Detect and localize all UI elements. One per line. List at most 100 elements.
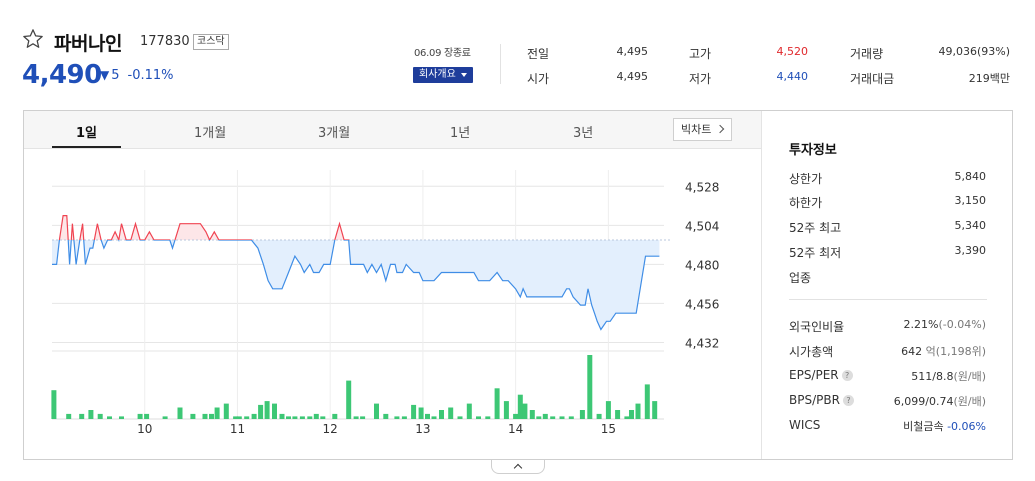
- foreign-ratio-number: 2.21%: [903, 318, 939, 331]
- volume-bar: [529, 410, 535, 419]
- volume-bar: [97, 413, 103, 419]
- volume-bar: [223, 403, 229, 419]
- volume-bar: [107, 416, 112, 419]
- stock-code: 177830: [140, 34, 190, 49]
- volume-bar: [374, 403, 379, 419]
- x-tick-label: 11: [230, 422, 245, 436]
- price-change: ▼ 5 -0.11%: [100, 68, 174, 83]
- volume-bar: [209, 413, 214, 419]
- market-close-date: 06.09 장종료: [414, 48, 471, 59]
- eps-per-text: EPS/PER: [789, 368, 839, 382]
- bps-pbr-number: 6,099/0.74: [893, 395, 954, 408]
- volume-bar: [66, 413, 72, 419]
- volume-bar: [307, 416, 313, 419]
- volume-bar: [517, 394, 523, 419]
- eps-per-number: 511/8.8: [911, 370, 954, 383]
- side-divider: [789, 299, 987, 300]
- volume-bar: [137, 413, 143, 419]
- investment-info-title: 투자정보: [789, 143, 837, 158]
- low52-value: 3,390: [954, 244, 987, 257]
- help-icon[interactable]: ?: [842, 395, 854, 406]
- volume-label: 거래량: [850, 47, 884, 61]
- volume-bar: [542, 413, 548, 419]
- volume-bar: [214, 407, 220, 419]
- change-amount: 5: [111, 68, 120, 83]
- volume-bar: [431, 416, 437, 419]
- chevron-up-icon: [513, 463, 523, 473]
- high52-label: 52주 최고: [789, 221, 842, 235]
- volume-bar: [418, 407, 424, 419]
- prev-close-value: 4,495: [616, 45, 649, 58]
- active-tab-indicator: [52, 146, 121, 148]
- volume-bar: [320, 416, 326, 419]
- low52-label: 52주 최저: [789, 246, 842, 260]
- low-label: 저가: [689, 72, 712, 86]
- header-divider: [500, 44, 501, 84]
- bps-pbr-label: BPS/PBR?: [789, 393, 854, 407]
- x-tick-label: 10: [137, 422, 152, 436]
- intraday-chart[interactable]: 4,528 4,504 4,480 4,456 4,432 10 11 12 13 14 15: [24, 150, 761, 458]
- market-badge: 코스닥: [193, 34, 229, 50]
- volume-bar: [272, 403, 277, 419]
- big-chart-button[interactable]: 빅차트: [673, 118, 732, 141]
- volume-bar: [383, 413, 389, 419]
- caret-down-icon: [461, 73, 467, 77]
- volume-bar: [425, 413, 430, 419]
- volume-bar: [439, 410, 444, 419]
- collapse-toggle[interactable]: [491, 460, 545, 474]
- eps-per-unit: (원/배): [953, 370, 986, 383]
- foreign-ratio-label: 외국인비율: [789, 320, 845, 334]
- upper-limit-value: 5,840: [954, 170, 987, 183]
- wics-sector-link[interactable]: 비철금속: [903, 420, 943, 433]
- y-tick-label: 4,456: [685, 297, 719, 311]
- foreign-ratio-value: 2.21%(-0.04%): [904, 318, 986, 331]
- y-tick-label: 4,432: [685, 336, 719, 350]
- volume-bar: [279, 413, 285, 419]
- tab-3month[interactable]: 3개월: [318, 122, 350, 141]
- price-area-down: [52, 239, 660, 330]
- volume-bar: [119, 416, 124, 419]
- open-value: 4,495: [616, 70, 649, 83]
- volume-bar: [299, 416, 305, 419]
- volume-bar: [587, 355, 593, 419]
- volume-bar: [605, 401, 611, 419]
- volume-bar: [644, 384, 650, 419]
- tab-3year[interactable]: 3년: [573, 122, 593, 141]
- volume-bar: [292, 416, 298, 419]
- panel-divider: [761, 111, 762, 459]
- volume-bar: [313, 413, 319, 419]
- volume-bar: [503, 401, 509, 419]
- company-overview-button[interactable]: 회사개요: [413, 67, 473, 83]
- volume-bar: [559, 416, 565, 419]
- market-cap-label: 시가총액: [789, 345, 834, 359]
- market-cap-value: 642 억(1,198위): [901, 343, 986, 359]
- lower-limit-value: 3,150: [954, 194, 987, 207]
- company-overview-label: 회사개요: [419, 69, 456, 80]
- trade-amount-label: 거래대금: [850, 72, 895, 86]
- volume-bar: [332, 413, 338, 419]
- volume-bar: [624, 416, 630, 419]
- upper-limit-label: 상한가: [789, 172, 823, 186]
- volume-bar: [513, 413, 519, 419]
- high-value: 4,520: [776, 45, 809, 58]
- trade-amount-value: 219백만: [968, 72, 1010, 85]
- current-price: 4,490: [22, 60, 102, 90]
- y-tick-label: 4,504: [685, 219, 719, 233]
- y-tick-label: 4,528: [685, 180, 719, 194]
- market-cap-unit: 억(1,198위): [925, 345, 986, 358]
- help-icon[interactable]: ?: [841, 370, 853, 381]
- volume-bar: [411, 404, 417, 419]
- volume-bar: [394, 416, 400, 419]
- change-percent: -0.11%: [127, 68, 174, 83]
- favorite-star-icon[interactable]: [22, 28, 44, 50]
- big-chart-label: 빅차트: [681, 123, 712, 136]
- chevron-right-icon: [715, 124, 725, 134]
- tab-1year[interactable]: 1년: [450, 122, 470, 141]
- tab-1day[interactable]: 1일: [76, 122, 97, 141]
- volume-bar: [536, 416, 542, 419]
- x-tick-label: 13: [415, 422, 430, 436]
- tab-1month[interactable]: 1개월: [194, 122, 226, 141]
- volume-bar: [550, 416, 556, 419]
- wics-value: 비철금속 -0.06%: [903, 418, 986, 434]
- volume-bar: [51, 390, 57, 419]
